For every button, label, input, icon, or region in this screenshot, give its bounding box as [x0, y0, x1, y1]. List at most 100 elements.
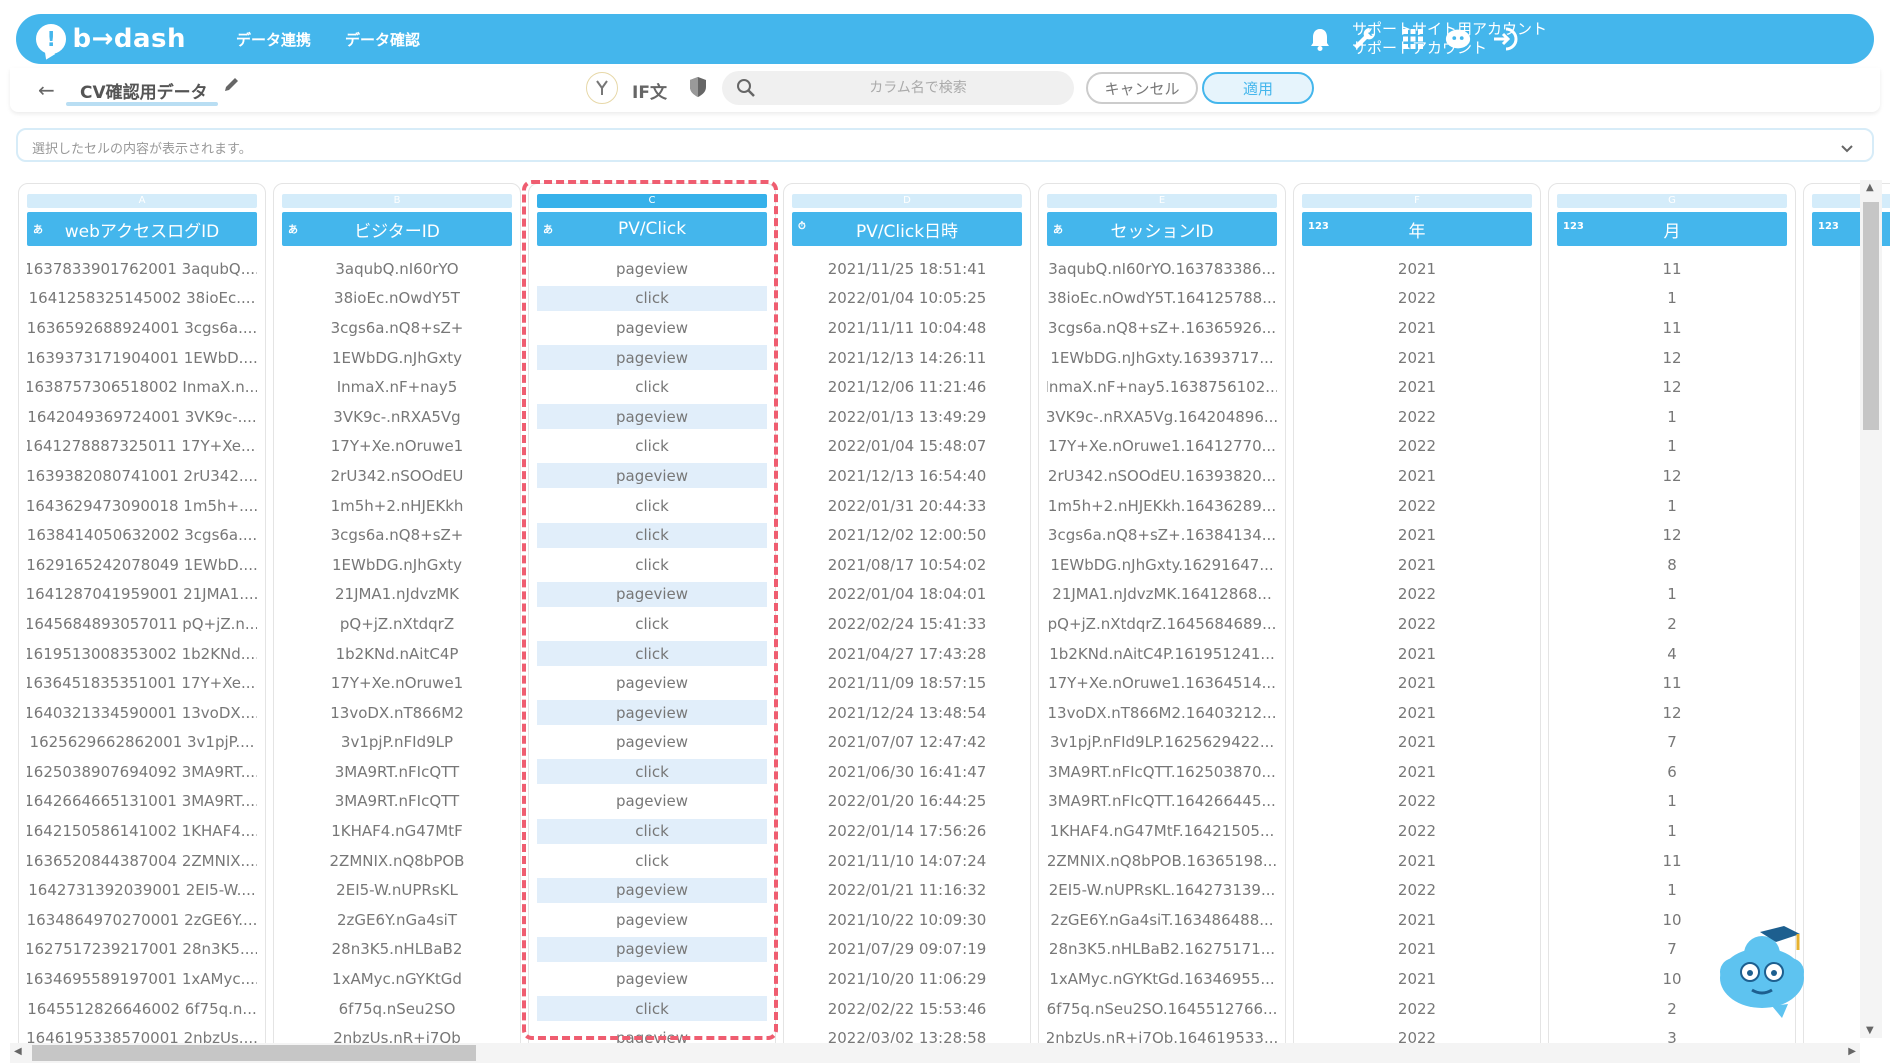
table-cell[interactable]: 2021/10/20 11:06:29 [792, 964, 1022, 994]
table-cell[interactable]: 2022/01/31 20:44:33 [792, 491, 1022, 521]
table-cell[interactable]: 1EWbDG.nJhGxty.16393717... [1047, 343, 1277, 373]
table-cell[interactable]: 1638414050632002 3cgs6a.... [27, 520, 257, 550]
table-cell[interactable]: 21JMA1.nJdvzMK [282, 580, 512, 610]
table-cell[interactable]: pageview [537, 700, 767, 726]
bell-icon[interactable] [1306, 25, 1334, 53]
table-cell[interactable]: 2021 [1302, 935, 1532, 965]
column-a[interactable]: A あ webアクセスログID 1637833901762001 3aqubQ....… [18, 183, 266, 1043]
table-cell[interactable]: 3MA9RT.nFIcQTT [282, 787, 512, 817]
column-letter[interactable]: A [27, 194, 257, 208]
table-cell[interactable]: 1 [1557, 491, 1787, 521]
table-cell[interactable]: 1 [1557, 816, 1787, 846]
table-cell[interactable]: 2021/10/22 10:09:30 [792, 905, 1022, 935]
table-cell[interactable]: 12 [1557, 698, 1787, 728]
cell-content-bar[interactable]: 選択したセルの内容が表示されます。 [16, 128, 1874, 162]
column-header[interactable]: あ PV/Click [537, 212, 767, 246]
table-cell[interactable]: click [537, 846, 767, 876]
table-cell[interactable]: 12 [1557, 372, 1787, 402]
table-cell[interactable]: 1 [1557, 402, 1787, 432]
table-cell[interactable]: 2EI5-W.nUPRsKL.164273139... [1047, 875, 1277, 905]
table-cell[interactable]: click [537, 996, 767, 1022]
table-cell[interactable]: 2021 [1302, 964, 1532, 994]
table-cell[interactable]: pQ+jZ.nXtdqrZ.1645684689... [1047, 609, 1277, 639]
apply-button[interactable]: 適用 [1202, 72, 1314, 104]
table-cell[interactable]: 2021/07/07 12:47:42 [792, 728, 1022, 758]
table-cell[interactable]: 38ioEc.nOwdY5T.164125788... [1047, 284, 1277, 314]
table-cell[interactable]: 2022 [1302, 1023, 1532, 1043]
table-cell[interactable]: 2022/01/20 16:44:25 [792, 787, 1022, 817]
table-cell[interactable]: 1642049369724001 3VK9c-.... [27, 402, 257, 432]
table-cell[interactable]: 1 [1557, 875, 1787, 905]
column-d[interactable]: D ⏱ PV/Click日時 2021/11/25 18:51:41 2022/01/0… [783, 183, 1031, 1043]
table-cell[interactable]: 1646195338570001 2nbzUs.... [27, 1023, 257, 1043]
table-cell[interactable]: 1641287041959001 21JMA1.... [27, 580, 257, 610]
table-cell[interactable]: 2022 [1302, 402, 1532, 432]
table-cell[interactable]: 2022 [1302, 787, 1532, 817]
scroll-right-icon[interactable]: ▶ [1848, 1046, 1856, 1057]
table-cell[interactable]: 17Y+Xe.nOruwe1 [282, 668, 512, 698]
logout-icon[interactable] [1492, 25, 1520, 53]
column-letter[interactable]: E [1047, 194, 1277, 208]
table-cell[interactable]: 2021 [1302, 254, 1532, 284]
table-cell[interactable]: 1636451835351001 17Y+Xe.... [27, 668, 257, 698]
table-cell[interactable]: click [537, 432, 767, 462]
table-cell[interactable]: 1625629662862001 3v1pjP.... [27, 728, 257, 758]
table-cell[interactable]: 2022/01/04 15:48:07 [792, 432, 1022, 462]
table-cell[interactable]: 1640321334590001 13voDX.... [27, 698, 257, 728]
table-cell[interactable]: 1b2KNd.nAitC4P.161951241... [1047, 639, 1277, 669]
table-cell[interactable]: 3cgs6a.nQ8+sZ+ [282, 313, 512, 343]
table-cell[interactable]: pageview [537, 877, 767, 903]
branch-icon[interactable] [586, 72, 618, 104]
table-cell[interactable]: 1KHAF4.nG47MtF [282, 816, 512, 846]
table-cell[interactable]: 3MA9RT.nFIcQTT [282, 757, 512, 787]
table-cell[interactable]: 3aqubQ.nI60rYO [282, 254, 512, 284]
dataset-title[interactable]: CV確認用データ [80, 78, 208, 103]
table-cell[interactable]: 2021 [1302, 698, 1532, 728]
shield-icon[interactable] [688, 75, 708, 103]
table-cell[interactable]: 1641278887325011 17Y+Xe.... [27, 432, 257, 462]
table-cell[interactable]: pQ+jZ.nXtdqrZ [282, 609, 512, 639]
table-cell[interactable]: pageview [537, 936, 767, 962]
table-cell[interactable]: InmaX.nF+nay5 [282, 372, 512, 402]
table-cell[interactable]: 3cgs6a.nQ8+sZ+ [282, 520, 512, 550]
table-cell[interactable]: 2zGE6Y.nGa4siT [282, 905, 512, 935]
column-header[interactable]: 123 年 [1302, 212, 1532, 246]
table-cell[interactable]: 2021/12/02 12:00:50 [792, 520, 1022, 550]
table-cell[interactable]: 1645512826646002 6f75q.n... [27, 994, 257, 1024]
table-cell[interactable]: 2022/01/04 18:04:01 [792, 580, 1022, 610]
table-cell[interactable]: 2zGE6Y.nGa4siT.163486488... [1047, 905, 1277, 935]
bdash-logo[interactable]: ! b→dash [36, 24, 186, 54]
table-cell[interactable]: 2021/04/27 17:43:28 [792, 639, 1022, 669]
column-header[interactable]: あ セッションID [1047, 212, 1277, 246]
table-cell[interactable]: 3cgs6a.nQ8+sZ+.16384134... [1047, 520, 1277, 550]
table-cell[interactable]: 2022 [1302, 491, 1532, 521]
column-g[interactable]: G 123 月 11 1 11 12 12 1 1 12 1 12 8 1 2 4 11 12 7 6 1 1 11 1 10 7 1… [1548, 183, 1796, 1043]
table-cell[interactable]: InmaX.nF+nay5.1638756102... [1047, 372, 1277, 402]
column-b[interactable]: B あビジターID 3aqubQ.nI60rYO 38ioEc.nOwdY5T 3cgs… [273, 183, 521, 1043]
table-cell[interactable]: 2021 [1302, 461, 1532, 491]
table-cell[interactable]: pageview [537, 463, 767, 489]
table-cell[interactable]: 2022/02/24 15:41:33 [792, 609, 1022, 639]
table-cell[interactable]: click [537, 285, 767, 311]
table-cell[interactable]: click [537, 609, 767, 639]
cancel-button[interactable]: キャンセル [1086, 72, 1198, 104]
column-letter[interactable]: D [792, 194, 1022, 208]
table-cell[interactable]: 2021/11/11 10:04:48 [792, 313, 1022, 343]
table-cell[interactable]: 2022 [1302, 816, 1532, 846]
table-cell[interactable]: 1EWbDG.nJhGxty.16291647... [1047, 550, 1277, 580]
column-f[interactable]: F 123 年 2021 2022 2021 2021 2021 2022 2022 2021 202… [1293, 183, 1541, 1043]
table-cell[interactable]: 2022 [1302, 875, 1532, 905]
table-cell[interactable]: 2022/03/02 13:28:58 [792, 1023, 1022, 1043]
table-cell[interactable]: 2rU342.nSOOdEU [282, 461, 512, 491]
table-cell[interactable]: 1637833901762001 3aqubQ.... [27, 254, 257, 284]
table-cell[interactable]: pageview [537, 787, 767, 817]
table-cell[interactable]: 13voDX.nT866M2.16403212... [1047, 698, 1277, 728]
table-cell[interactable]: 1627517239217001 28n3K5.... [27, 935, 257, 965]
table-cell[interactable]: 11 [1557, 846, 1787, 876]
table-cell[interactable]: 3VK9c-.nRXA5Vg [282, 402, 512, 432]
table-cell[interactable]: 2021 [1302, 313, 1532, 343]
table-cell[interactable]: 11 [1557, 313, 1787, 343]
table-cell[interactable]: 1643629473090018 1m5h+.... [27, 491, 257, 521]
table-cell[interactable]: click [537, 491, 767, 521]
nav-data-integration[interactable]: データ連携 [236, 29, 311, 50]
